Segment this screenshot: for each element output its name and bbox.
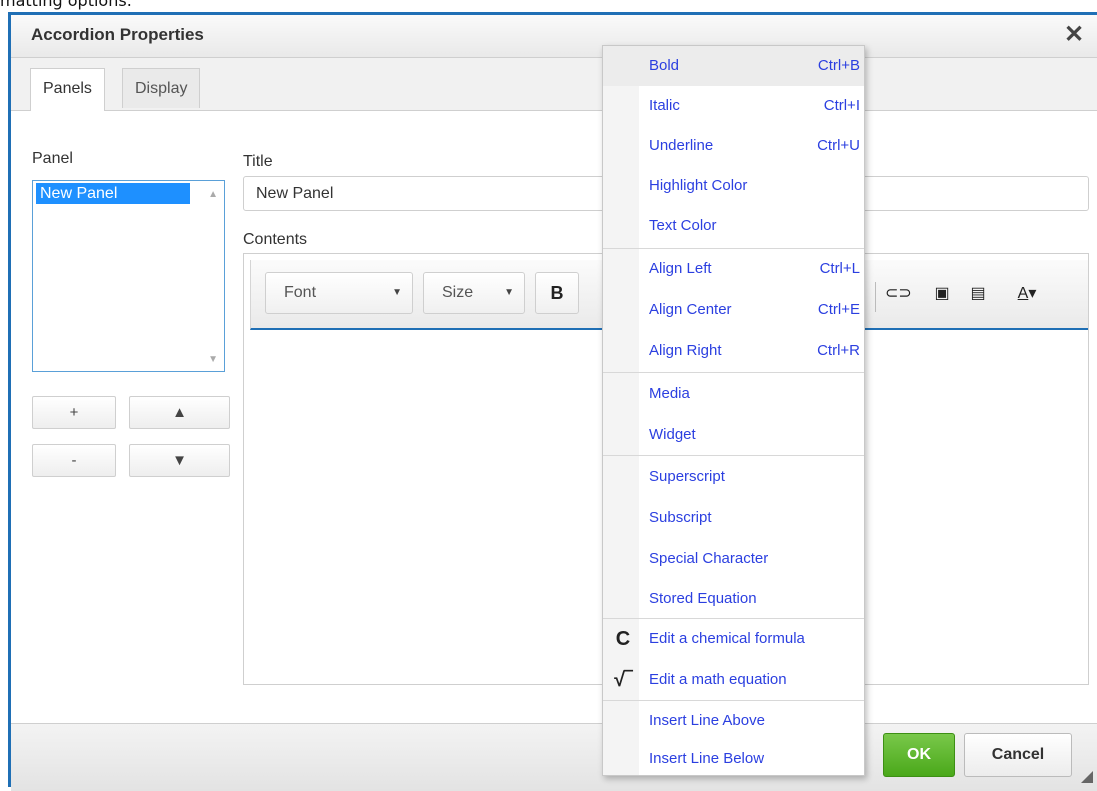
chemistry-c-icon: C bbox=[615, 628, 631, 650]
menu-item-subscript[interactable]: Subscript bbox=[603, 498, 864, 538]
menu-item-label: Text Color bbox=[649, 217, 717, 234]
menu-item-math-equation[interactable]: √‾ Edit a math equation bbox=[603, 660, 864, 700]
menu-item-highlight-color[interactable]: Highlight Color bbox=[603, 166, 864, 206]
move-down-button[interactable]: ▼ bbox=[129, 444, 230, 477]
ok-button[interactable]: OK bbox=[883, 733, 955, 777]
panel-label: Panel bbox=[32, 150, 73, 167]
menu-item-label: Subscript bbox=[649, 509, 712, 526]
context-menu: Bold Ctrl+B Italic Ctrl+I Underline Ctrl… bbox=[602, 45, 865, 776]
toolbar-divider bbox=[875, 282, 876, 312]
menu-item-shortcut: Ctrl+L bbox=[819, 260, 860, 277]
move-up-button[interactable]: ▲ bbox=[129, 396, 230, 429]
menu-item-insert-line-below[interactable]: Insert Line Below bbox=[603, 741, 864, 777]
link-icon[interactable]: ⊂⊃ bbox=[885, 282, 912, 306]
list-item[interactable]: New Panel bbox=[36, 183, 190, 204]
menu-item-label: Align Left bbox=[649, 260, 712, 277]
dialog-titlebar[interactable]: Accordion Properties ✕ bbox=[11, 15, 1097, 58]
menu-item-media[interactable]: Media bbox=[603, 374, 864, 414]
menu-item-label: Widget bbox=[649, 426, 696, 443]
font-dropdown[interactable]: Font ▼ bbox=[265, 272, 413, 314]
menu-item-label: Special Character bbox=[649, 550, 769, 567]
menu-item-label: Underline bbox=[649, 137, 714, 154]
menu-item-label: Media bbox=[649, 385, 690, 402]
partial-instruction-text: matting options. bbox=[0, 0, 132, 10]
size-dropdown[interactable]: Size ▼ bbox=[423, 272, 525, 314]
menu-item-align-center[interactable]: Align Center Ctrl+E bbox=[603, 290, 864, 330]
menu-item-label: Align Center bbox=[649, 301, 732, 318]
menu-item-insert-line-above[interactable]: Insert Line Above bbox=[603, 701, 864, 741]
menu-item-chemical-formula[interactable]: C Edit a chemical formula bbox=[603, 619, 864, 659]
menu-item-shortcut: Ctrl+R bbox=[817, 342, 860, 359]
tab-panels[interactable]: Panels bbox=[30, 68, 105, 111]
text-color-icon[interactable]: A▾ bbox=[1007, 282, 1047, 306]
menu-item-label: Align Right bbox=[649, 342, 722, 359]
media-icon[interactable]: ▤ bbox=[965, 282, 991, 306]
scroll-up-icon[interactable]: ▲ bbox=[208, 189, 218, 200]
remove-panel-button[interactable]: - bbox=[32, 444, 116, 477]
title-label: Title bbox=[243, 153, 273, 170]
menu-item-label: Highlight Color bbox=[649, 177, 748, 194]
tab-display[interactable]: Display bbox=[122, 68, 201, 108]
dialog-title: Accordion Properties bbox=[31, 25, 204, 44]
menu-item-superscript[interactable]: Superscript bbox=[603, 457, 864, 497]
contents-label: Contents bbox=[243, 231, 308, 248]
panel-list[interactable]: New Panel ▲ ▼ bbox=[32, 180, 225, 372]
accordion-properties-dialog: Accordion Properties ✕ Panels Display Pa… bbox=[8, 12, 1097, 791]
close-icon[interactable]: ✕ bbox=[1061, 21, 1087, 49]
menu-item-underline[interactable]: Underline Ctrl+U bbox=[603, 126, 864, 166]
menu-item-text-color[interactable]: Text Color bbox=[603, 206, 864, 246]
menu-divider bbox=[603, 455, 864, 456]
cancel-button[interactable]: Cancel bbox=[964, 733, 1072, 777]
menu-item-italic[interactable]: Italic Ctrl+I bbox=[603, 86, 864, 126]
menu-item-label: Stored Equation bbox=[649, 590, 757, 607]
add-panel-button[interactable]: + bbox=[32, 396, 116, 429]
chevron-down-icon: ▼ bbox=[504, 287, 514, 298]
menu-item-shortcut: Ctrl+I bbox=[823, 97, 860, 114]
menu-item-label: Edit a chemical formula bbox=[649, 630, 805, 647]
menu-item-special-character[interactable]: Special Character bbox=[603, 539, 864, 579]
menu-item-shortcut: Ctrl+E bbox=[817, 301, 860, 318]
scroll-down-icon[interactable]: ▼ bbox=[208, 354, 218, 365]
font-dropdown-label: Font bbox=[284, 284, 317, 301]
tab-bar: Panels Display bbox=[11, 58, 1097, 111]
menu-item-stored-equation[interactable]: Stored Equation bbox=[603, 579, 864, 619]
menu-item-widget[interactable]: Widget bbox=[603, 415, 864, 455]
menu-item-align-right[interactable]: Align Right Ctrl+R bbox=[603, 331, 864, 371]
menu-item-shortcut: Ctrl+U bbox=[817, 137, 860, 154]
square-root-icon: √‾ bbox=[614, 669, 632, 691]
menu-item-label: Insert Line Below bbox=[649, 750, 765, 767]
menu-item-label: Bold bbox=[649, 57, 680, 74]
menu-item-align-left[interactable]: Align Left Ctrl+L bbox=[603, 249, 864, 289]
menu-item-shortcut: Ctrl+B bbox=[817, 57, 860, 74]
menu-item-bold[interactable]: Bold Ctrl+B bbox=[603, 46, 864, 86]
image-icon[interactable]: ▣ bbox=[929, 282, 955, 306]
menu-divider bbox=[603, 372, 864, 373]
menu-item-label: Superscript bbox=[649, 468, 725, 485]
resize-grip-icon[interactable] bbox=[1081, 771, 1093, 783]
menu-item-label: Edit a math equation bbox=[649, 671, 787, 688]
size-dropdown-label: Size bbox=[442, 284, 474, 301]
menu-item-label: Insert Line Above bbox=[649, 712, 765, 729]
chevron-down-icon: ▼ bbox=[392, 287, 402, 298]
menu-item-label: Italic bbox=[649, 97, 680, 114]
bold-button[interactable]: B bbox=[535, 272, 579, 314]
